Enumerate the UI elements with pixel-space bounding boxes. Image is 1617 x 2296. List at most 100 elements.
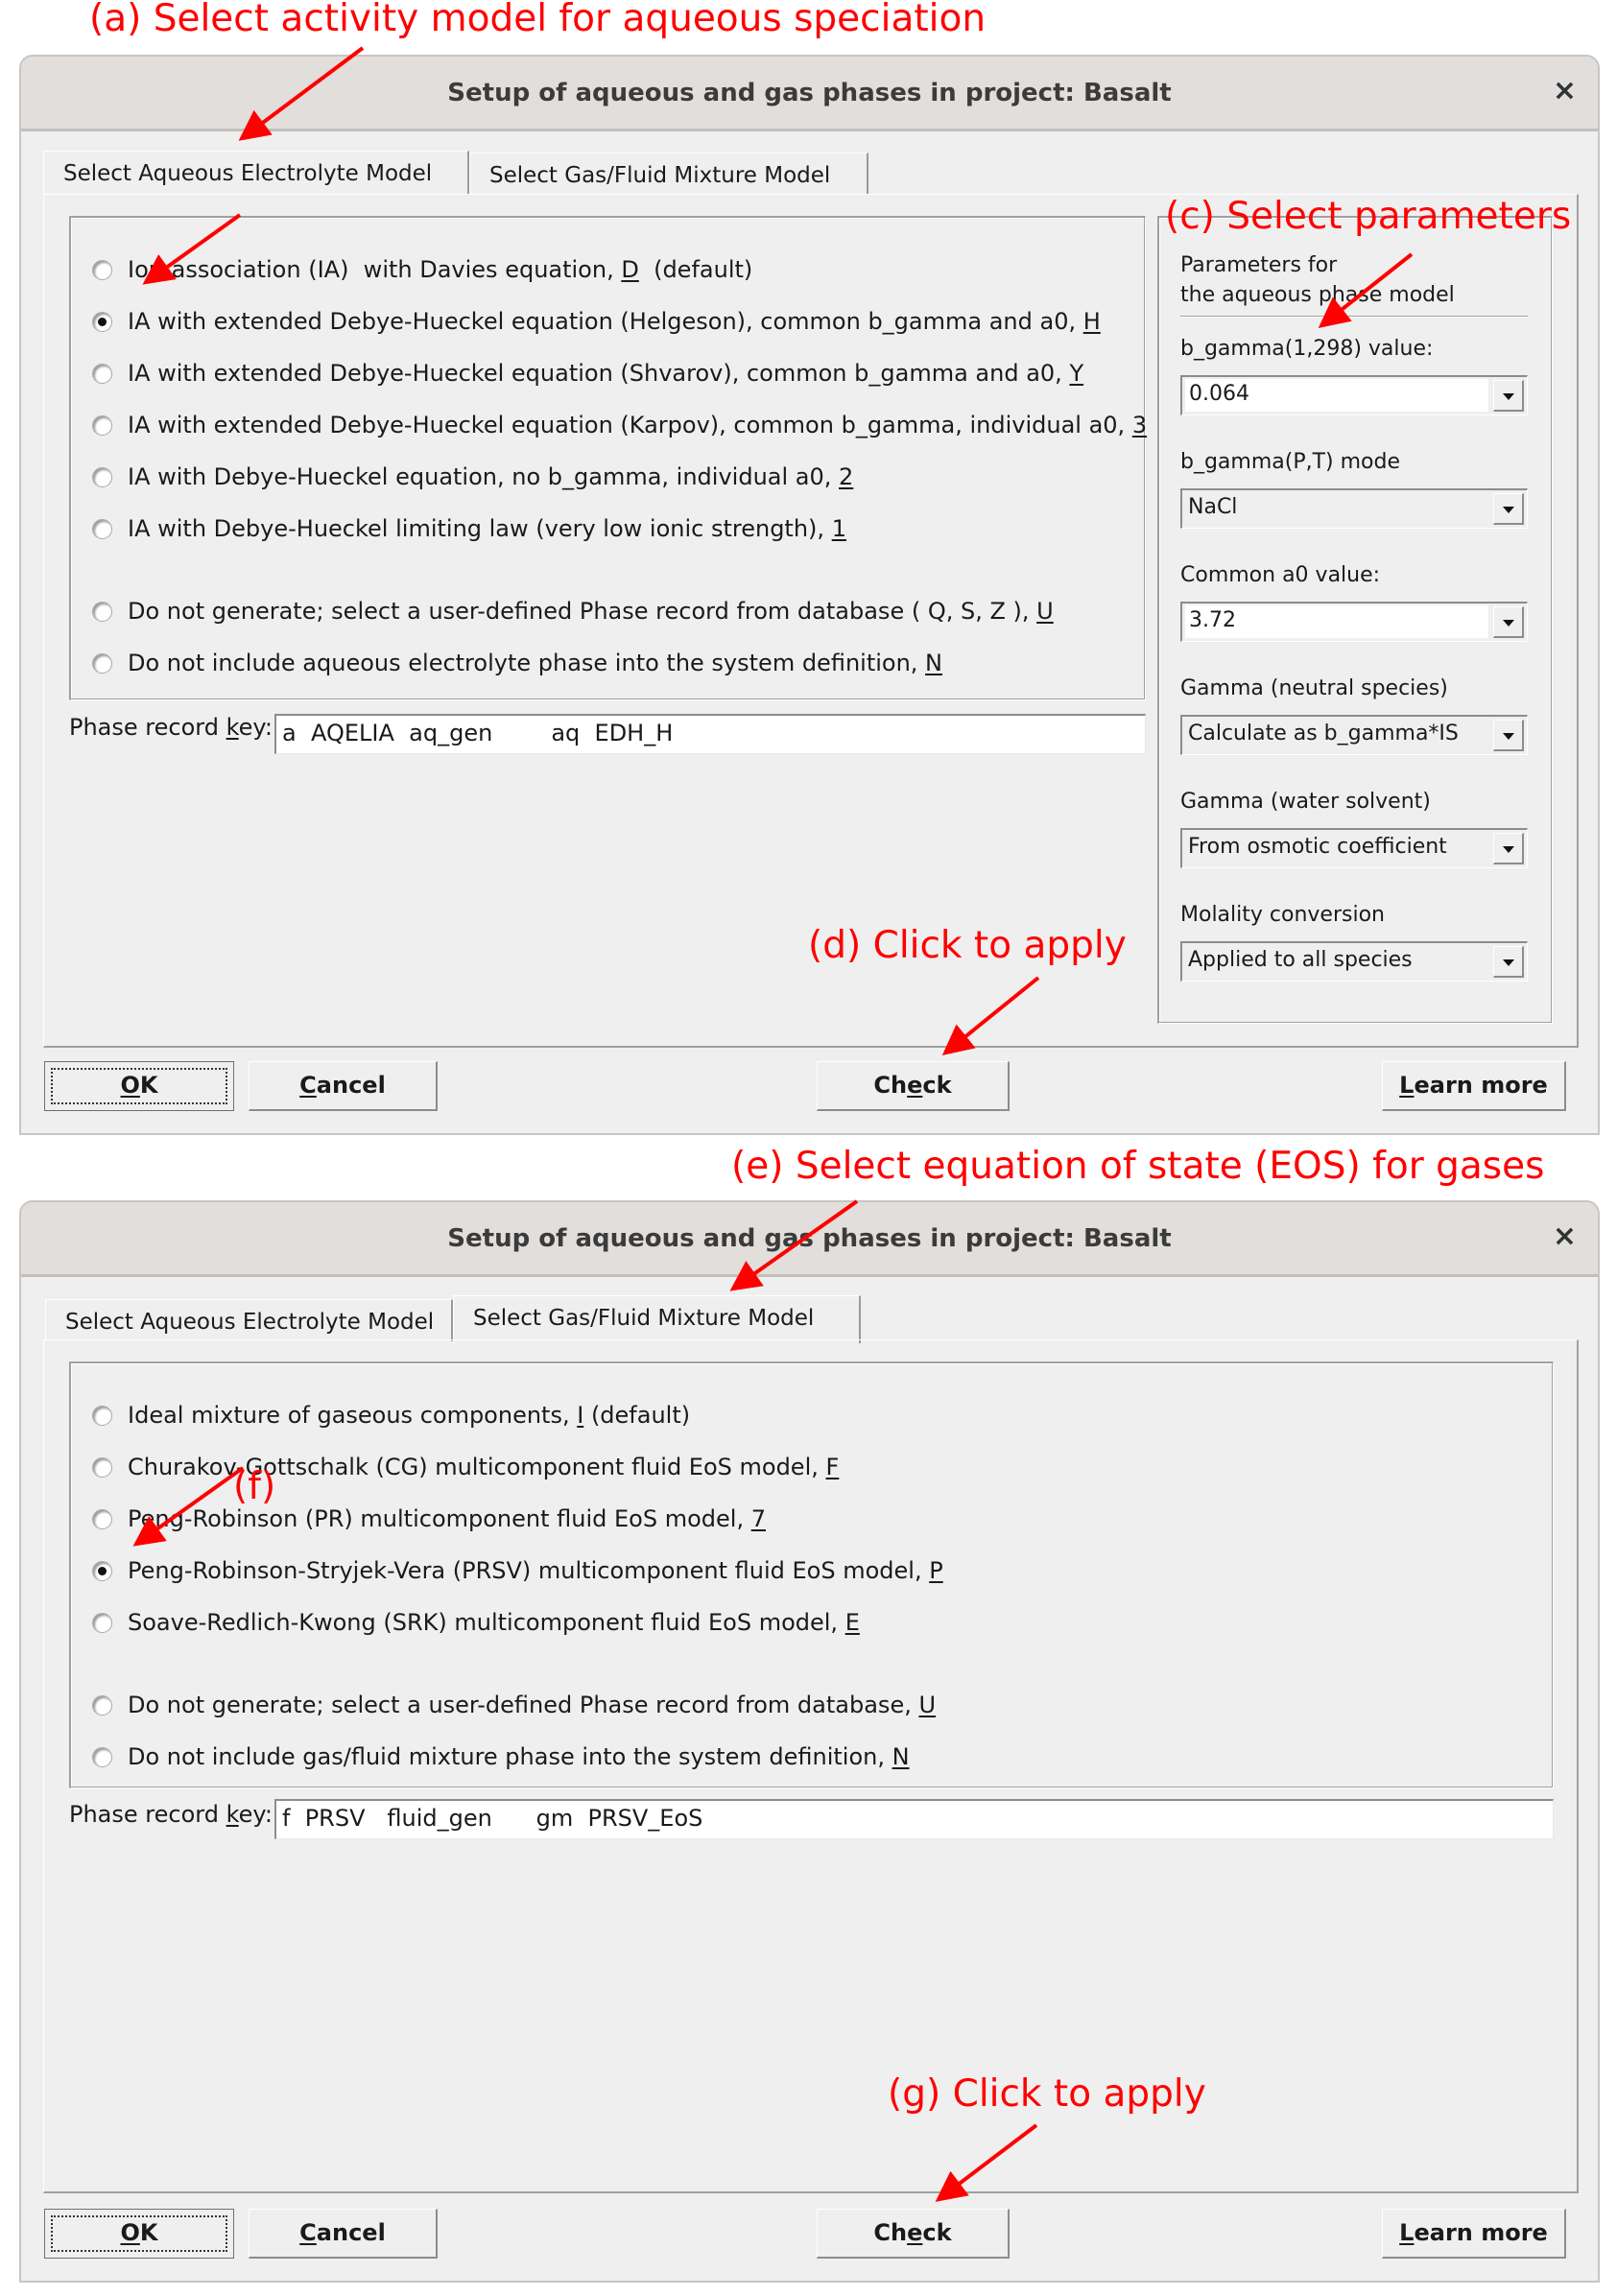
radio-option[interactable]: Ion-association (IA) with Davies equatio… bbox=[92, 252, 752, 287]
annotation-e: (e) Select equation of state (EOS) for g… bbox=[731, 1145, 1545, 1188]
radio-unchecked-icon[interactable] bbox=[92, 1694, 112, 1716]
param-combobox[interactable]: Applied to all species bbox=[1180, 941, 1528, 982]
radio-label: Peng-Robinson (PR) multicomponent fluid … bbox=[128, 1505, 766, 1532]
parameters-group: Parameters for the aqueous phase model b… bbox=[1157, 216, 1553, 1024]
param-label: Gamma (water solvent) bbox=[1180, 790, 1431, 814]
tab-aqueous-electrolyte[interactable]: Select Aqueous Electrolyte Model bbox=[43, 151, 469, 195]
radio-label: IA with Debye-Hueckel equation, no b_gam… bbox=[128, 463, 854, 490]
radio-unchecked-icon[interactable] bbox=[92, 1746, 112, 1767]
tab-aqueous-electrolyte[interactable]: Select Aqueous Electrolyte Model bbox=[45, 1299, 453, 1341]
dropdown-arrow-icon[interactable] bbox=[1493, 606, 1524, 638]
phase-key-label: Phase record key: bbox=[69, 714, 273, 741]
radio-unchecked-icon[interactable] bbox=[92, 466, 112, 487]
annotation-f: (f) bbox=[233, 1465, 276, 1508]
radio-label: Do not include gas/fluid mixture phase i… bbox=[128, 1743, 910, 1770]
radio-checked-icon[interactable] bbox=[92, 1560, 112, 1581]
radio-checked-icon[interactable] bbox=[92, 311, 112, 332]
radio-option[interactable]: Churakov-Gottschalk (CG) multicomponent … bbox=[92, 1450, 839, 1484]
annotation-d: (d) Click to apply bbox=[808, 924, 1127, 967]
param-combobox[interactable]: NaCl bbox=[1180, 488, 1528, 529]
ok-button[interactable]: OK bbox=[44, 2209, 234, 2259]
combobox-value: From osmotic coefficient bbox=[1188, 835, 1447, 859]
annotation-a: (a) Select activity model for aqueous sp… bbox=[89, 0, 987, 40]
combobox-value: Calculate as b_gamma*IS bbox=[1188, 722, 1459, 746]
radio-label: IA with extended Debye-Hueckel equation … bbox=[128, 308, 1101, 335]
param-combobox[interactable]: Calculate as b_gamma*IS bbox=[1180, 715, 1528, 755]
radio-unchecked-icon[interactable] bbox=[92, 1508, 112, 1529]
radio-option[interactable]: Do not include aqueous electrolyte phase… bbox=[92, 646, 942, 680]
radio-label: IA with extended Debye-Hueckel equation … bbox=[128, 360, 1084, 387]
learn-more-button[interactable]: Learn more bbox=[1382, 2209, 1566, 2259]
cancel-button[interactable]: Cancel bbox=[249, 1061, 438, 1111]
dropdown-arrow-icon[interactable] bbox=[1493, 380, 1524, 412]
param-combobox[interactable]: 0.064 bbox=[1180, 375, 1528, 415]
close-icon[interactable]: × bbox=[1553, 1219, 1577, 1253]
param-label: b_gamma(1,298) value: bbox=[1180, 337, 1434, 361]
param-label: Common a0 value: bbox=[1180, 563, 1381, 587]
radio-label: Peng-Robinson-Stryjek-Vera (PRSV) multic… bbox=[128, 1557, 943, 1584]
param-label: Molality conversion bbox=[1180, 903, 1385, 927]
radio-unchecked-icon[interactable] bbox=[92, 518, 112, 539]
phase-key-label: Phase record key: bbox=[69, 1801, 273, 1828]
dialog-title: Setup of aqueous and gas phases in proje… bbox=[447, 1224, 1172, 1253]
parameters-heading: Parameters for the aqueous phase model bbox=[1180, 253, 1455, 307]
annotation-g: (g) Click to apply bbox=[888, 2072, 1206, 2116]
radio-label: Do not generate; select a user-defined P… bbox=[128, 1692, 937, 1718]
radio-unchecked-icon[interactable] bbox=[92, 1456, 112, 1478]
combobox-value: Applied to all species bbox=[1188, 948, 1413, 972]
tab-panel: Ion-association (IA) with Davies equatio… bbox=[43, 194, 1579, 1048]
radio-option[interactable]: Soave-Redlich-Kwong (SRK) multicomponent… bbox=[92, 1605, 860, 1640]
combobox-value[interactable]: 0.064 bbox=[1185, 379, 1488, 412]
radio-option[interactable]: Do not include gas/fluid mixture phase i… bbox=[92, 1740, 910, 1774]
radio-option[interactable]: IA with extended Debye-Hueckel equation … bbox=[92, 304, 1101, 339]
radio-option[interactable]: IA with extended Debye-Hueckel equation … bbox=[92, 408, 1147, 442]
title-bar: Setup of aqueous and gas phases in proje… bbox=[21, 57, 1598, 131]
focus-indicator bbox=[51, 1068, 227, 1104]
annotation-c: (c) Select parameters bbox=[1165, 195, 1572, 238]
radio-label: Do not generate; select a user-defined P… bbox=[128, 598, 1054, 625]
radio-option[interactable]: IA with Debye-Hueckel equation, no b_gam… bbox=[92, 460, 853, 494]
radio-label: Do not include aqueous electrolyte phase… bbox=[128, 650, 942, 676]
close-icon[interactable]: × bbox=[1553, 74, 1577, 107]
radio-unchecked-icon[interactable] bbox=[92, 652, 112, 674]
check-button[interactable]: Check bbox=[817, 1061, 1010, 1111]
phase-key-input[interactable]: a AQELIA aq_gen aq EDH_H bbox=[274, 714, 1146, 754]
dialog-title: Setup of aqueous and gas phases in proje… bbox=[447, 79, 1172, 107]
param-label: b_gamma(P,T) mode bbox=[1180, 450, 1401, 474]
phase-key-input[interactable]: f PRSV fluid_gen gm PRSV_EoS bbox=[274, 1799, 1554, 1839]
dialog-gas: Setup of aqueous and gas phases in proje… bbox=[19, 1200, 1600, 2283]
title-bar: Setup of aqueous and gas phases in proje… bbox=[21, 1202, 1598, 1277]
radio-option[interactable]: Do not generate; select a user-defined P… bbox=[92, 1688, 936, 1722]
radio-unchecked-icon[interactable] bbox=[92, 363, 112, 384]
radio-option[interactable]: Ideal mixture of gaseous components, I (… bbox=[92, 1398, 690, 1432]
radio-label: Ideal mixture of gaseous components, I (… bbox=[128, 1402, 691, 1429]
combobox-value: NaCl bbox=[1188, 495, 1238, 519]
radio-option[interactable]: Peng-Robinson-Stryjek-Vera (PRSV) multic… bbox=[92, 1553, 943, 1588]
cancel-button[interactable]: Cancel bbox=[249, 2209, 438, 2259]
radio-unchecked-icon[interactable] bbox=[92, 414, 112, 436]
param-combobox[interactable]: 3.72 bbox=[1180, 602, 1528, 642]
param-label: Gamma (neutral species) bbox=[1180, 676, 1448, 700]
check-button[interactable]: Check bbox=[817, 2209, 1010, 2259]
param-combobox[interactable]: From osmotic coefficient bbox=[1180, 828, 1528, 868]
combobox-value[interactable]: 3.72 bbox=[1185, 605, 1488, 638]
radio-unchecked-icon[interactable] bbox=[92, 601, 112, 622]
radio-unchecked-icon[interactable] bbox=[92, 1405, 112, 1426]
tab-gas-fluid[interactable]: Select Gas/Fluid Mixture Model bbox=[453, 1295, 861, 1343]
radio-unchecked-icon[interactable] bbox=[92, 1612, 112, 1633]
learn-more-button[interactable]: Learn more bbox=[1382, 1061, 1566, 1111]
radio-option[interactable]: Peng-Robinson (PR) multicomponent fluid … bbox=[92, 1502, 766, 1536]
dropdown-arrow-icon[interactable] bbox=[1493, 493, 1524, 525]
radio-option[interactable]: IA with extended Debye-Hueckel equation … bbox=[92, 356, 1083, 391]
model-radio-group: Ion-association (IA) with Davies equatio… bbox=[69, 216, 1147, 700]
radio-label: Ion-association (IA) with Davies equatio… bbox=[128, 256, 753, 283]
tab-gas-fluid[interactable]: Select Gas/Fluid Mixture Model bbox=[469, 153, 868, 195]
radio-option[interactable]: IA with Debye-Hueckel limiting law (very… bbox=[92, 511, 846, 546]
dropdown-arrow-icon[interactable] bbox=[1493, 946, 1524, 978]
radio-option[interactable]: Do not generate; select a user-defined P… bbox=[92, 594, 1054, 628]
ok-button[interactable]: OK bbox=[44, 1061, 234, 1111]
radio-unchecked-icon[interactable] bbox=[92, 259, 112, 280]
focus-indicator bbox=[51, 2215, 227, 2252]
dropdown-arrow-icon[interactable] bbox=[1493, 720, 1524, 751]
dropdown-arrow-icon[interactable] bbox=[1493, 833, 1524, 864]
